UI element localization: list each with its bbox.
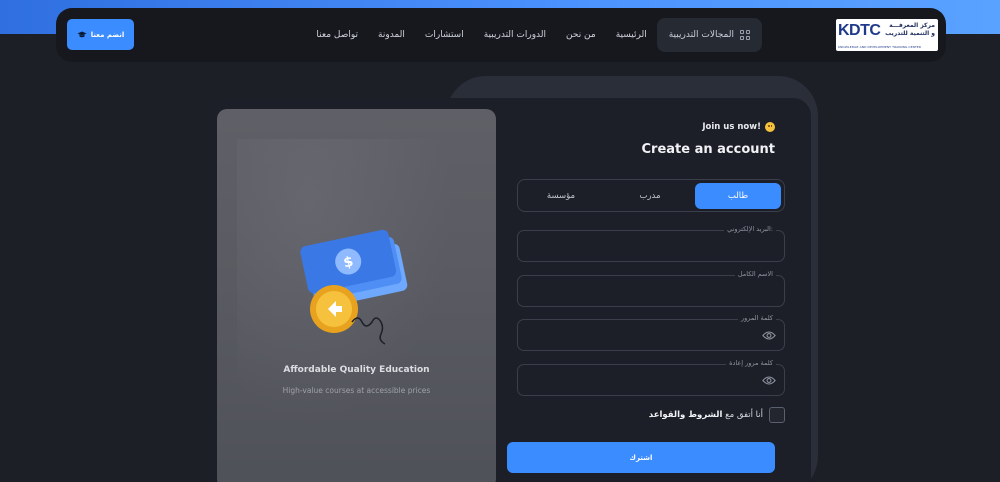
money-coin-illustration: $: [300, 229, 408, 345]
confirm-password-field[interactable]: كلمة مرور إعادة: [517, 359, 785, 396]
smile-emoji-icon: [765, 122, 775, 132]
eye-icon[interactable]: [762, 330, 776, 341]
submit-button[interactable]: اشترك: [507, 442, 775, 473]
nav-blog[interactable]: المدونة: [368, 30, 415, 40]
nav-home[interactable]: الرئيسية: [606, 30, 657, 40]
promo-panel: $ Affordable Quality Education High-valu…: [217, 109, 496, 482]
password-input[interactable]: [518, 320, 784, 350]
join-us-button[interactable]: انضم معنا: [67, 19, 134, 50]
nav-about[interactable]: من نحن: [556, 30, 606, 40]
promo-subtitle: High-value courses at accessible prices: [282, 386, 431, 395]
terms-text: أنا أتفق مع الشروط والقواعد: [648, 410, 763, 420]
terms-agreement: أنا أتفق مع الشروط والقواعد: [649, 407, 785, 423]
nav-contact[interactable]: تواصل معنا: [306, 30, 368, 40]
logo-arabic: مركز المعرفـــة و التنمية للتدريب: [885, 22, 935, 37]
form-title: Create an account: [641, 142, 776, 157]
password-field[interactable]: كلمة المرور: [517, 314, 785, 351]
nav-training-fields-label: المجالات التدريبية: [668, 30, 734, 40]
fullname-label: الاسم الكامل: [734, 270, 776, 278]
password-label: كلمة المرور: [738, 314, 776, 322]
email-input[interactable]: [518, 231, 784, 261]
logo-mark: KDTC: [838, 22, 881, 39]
graduation-cap-icon: [77, 31, 87, 37]
nav-training-fields[interactable]: المجالات التدريبية: [656, 18, 762, 52]
join-us-label: انضم معنا: [90, 30, 125, 39]
account-type-tabs: طالب مدرب مؤسسة: [517, 179, 785, 212]
join-now-heading: Join us now!: [702, 122, 775, 132]
promo-title: Affordable Quality Education: [283, 365, 430, 375]
confirm-password-input[interactable]: [518, 365, 784, 395]
terms-checkbox[interactable]: [769, 407, 785, 423]
logo-english: KNOWLEDGE AND DEVELOPMENT TRAINING CENTE…: [838, 45, 922, 49]
tab-student[interactable]: طالب: [695, 183, 781, 209]
confirm-password-label: كلمة مرور إعادة: [726, 359, 776, 367]
nav-links: KDTC مركز المعرفـــة و التنمية للتدريب K…: [306, 8, 946, 62]
tab-institution[interactable]: مؤسسة: [518, 183, 604, 209]
grid-icon: [740, 30, 750, 40]
fullname-input[interactable]: [518, 276, 784, 306]
eye-icon[interactable]: [762, 375, 776, 386]
kdtc-logo[interactable]: KDTC مركز المعرفـــة و التنمية للتدريب K…: [836, 19, 938, 51]
nav-courses[interactable]: الدورات التدريبية: [474, 30, 556, 40]
email-label: البريد الإلكتروني:: [724, 225, 776, 233]
fullname-field[interactable]: الاسم الكامل: [517, 270, 785, 307]
navbar: انضم معنا KDTC مركز المعرفـــة و التنمية…: [56, 8, 946, 62]
terms-link[interactable]: الشروط والقواعد: [649, 410, 723, 420]
email-field[interactable]: البريد الإلكتروني:: [517, 225, 785, 262]
nav-consulting[interactable]: استشارات: [415, 30, 474, 40]
tab-trainer[interactable]: مدرب: [607, 183, 693, 209]
